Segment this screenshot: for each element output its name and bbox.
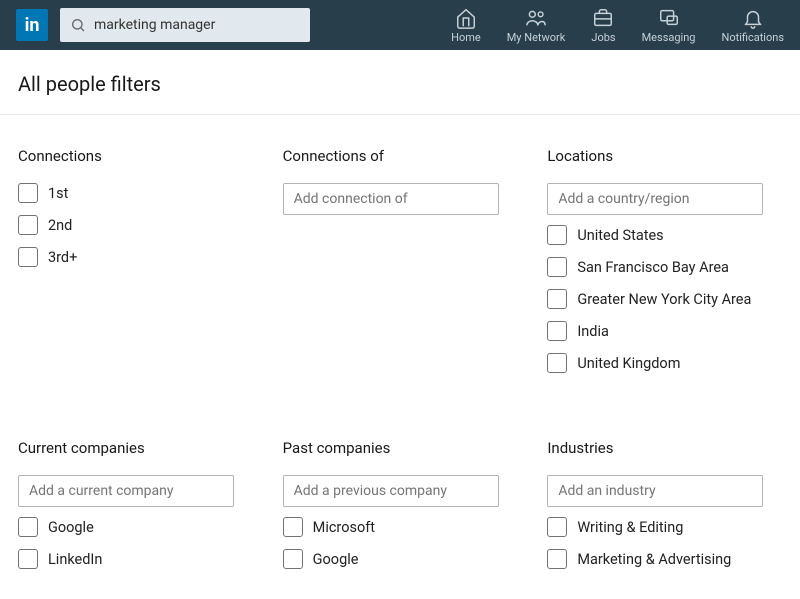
nav-label: Home [451,31,481,44]
checkbox-row[interactable]: India [547,321,782,341]
checkbox-icon [18,247,38,267]
checkbox-label: 1st [48,185,68,202]
checkbox-label: India [577,323,609,340]
checkbox-icon [18,215,38,235]
checkbox-icon [18,183,38,203]
checkbox-icon [547,225,567,245]
filter-industries: Industries Writing & Editing Marketing &… [547,425,782,581]
page-header: All people filters [0,50,800,115]
checkbox-label: Google [313,551,359,568]
checkbox-row[interactable]: Google [283,549,518,569]
checkbox-label: Microsoft [313,519,375,536]
nav-network[interactable]: My Network [507,7,566,44]
filter-connections-of: Connections of [283,133,518,385]
checkbox-label: 3rd+ [48,249,77,266]
checkbox-row[interactable]: LinkedIn [18,549,253,569]
checkbox-label: Marketing & Advertising [577,551,731,568]
filter-locations: Locations United States San Francisco Ba… [547,133,782,385]
checkbox-row[interactable]: San Francisco Bay Area [547,257,782,277]
messaging-icon [658,7,680,29]
checkbox-icon [547,549,567,569]
checkbox-icon [547,517,567,537]
nav-menu: Home My Network Jobs Messaging Notificat… [451,7,784,44]
checkbox-row[interactable]: Greater New York City Area [547,289,782,309]
filter-past-companies: Past companies Microsoft Google [283,425,518,581]
checkbox-label: United States [577,227,663,244]
search-icon [70,17,86,33]
checkbox-icon [18,549,38,569]
checkbox-icon [283,549,303,569]
filter-heading: Industries [547,439,782,457]
filter-heading: Current companies [18,439,253,457]
nav-home[interactable]: Home [451,7,481,44]
checkbox-label: San Francisco Bay Area [577,259,729,276]
checkbox-icon [18,517,38,537]
connections-of-input[interactable] [283,183,499,215]
checkbox-label: Writing & Editing [577,519,683,536]
checkbox-icon [547,257,567,277]
checkbox-icon [547,321,567,341]
nav-label: Notifications [721,31,784,44]
checkbox-label: 2nd [48,217,72,234]
bell-icon [742,7,764,29]
checkbox-label: United Kingdom [577,355,680,372]
filters-grid: Connections 1st 2nd 3rd+ Connections of … [0,115,800,599]
checkbox-label: Greater New York City Area [577,291,751,308]
checkbox-row[interactable]: United Kingdom [547,353,782,373]
filter-current-companies: Current companies Google LinkedIn [18,425,253,581]
top-nav-bar: in Home My Network Jobs Messaging Notifi… [0,0,800,50]
page-title: All people filters [18,72,782,96]
checkbox-row[interactable]: 2nd [18,215,253,235]
checkbox-icon [547,353,567,373]
linkedin-logo[interactable]: in [16,9,48,41]
filter-heading: Connections of [283,147,518,165]
filter-heading: Locations [547,147,782,165]
checkbox-row[interactable]: Writing & Editing [547,517,782,537]
checkbox-icon [283,517,303,537]
nav-label: Messaging [642,31,696,44]
locations-input[interactable] [547,183,763,215]
current-company-input[interactable] [18,475,234,507]
nav-jobs[interactable]: Jobs [591,7,615,44]
industry-input[interactable] [547,475,763,507]
network-icon [525,7,547,29]
checkbox-row[interactable]: United States [547,225,782,245]
filter-heading: Past companies [283,439,518,457]
checkbox-row[interactable]: 3rd+ [18,247,253,267]
search-box[interactable] [60,8,310,42]
nav-label: My Network [507,31,566,44]
past-company-input[interactable] [283,475,499,507]
nav-label: Jobs [591,31,615,44]
checkbox-label: LinkedIn [48,551,102,568]
search-input[interactable] [94,17,300,33]
nav-notifications[interactable]: Notifications [721,7,784,44]
checkbox-row[interactable]: Google [18,517,253,537]
briefcase-icon [592,7,614,29]
checkbox-icon [547,289,567,309]
filter-heading: Connections [18,147,253,165]
checkbox-row[interactable]: Microsoft [283,517,518,537]
filter-connections: Connections 1st 2nd 3rd+ [18,133,253,385]
checkbox-row[interactable]: Marketing & Advertising [547,549,782,569]
nav-messaging[interactable]: Messaging [642,7,696,44]
home-icon [455,7,477,29]
checkbox-label: Google [48,519,94,536]
checkbox-row[interactable]: 1st [18,183,253,203]
